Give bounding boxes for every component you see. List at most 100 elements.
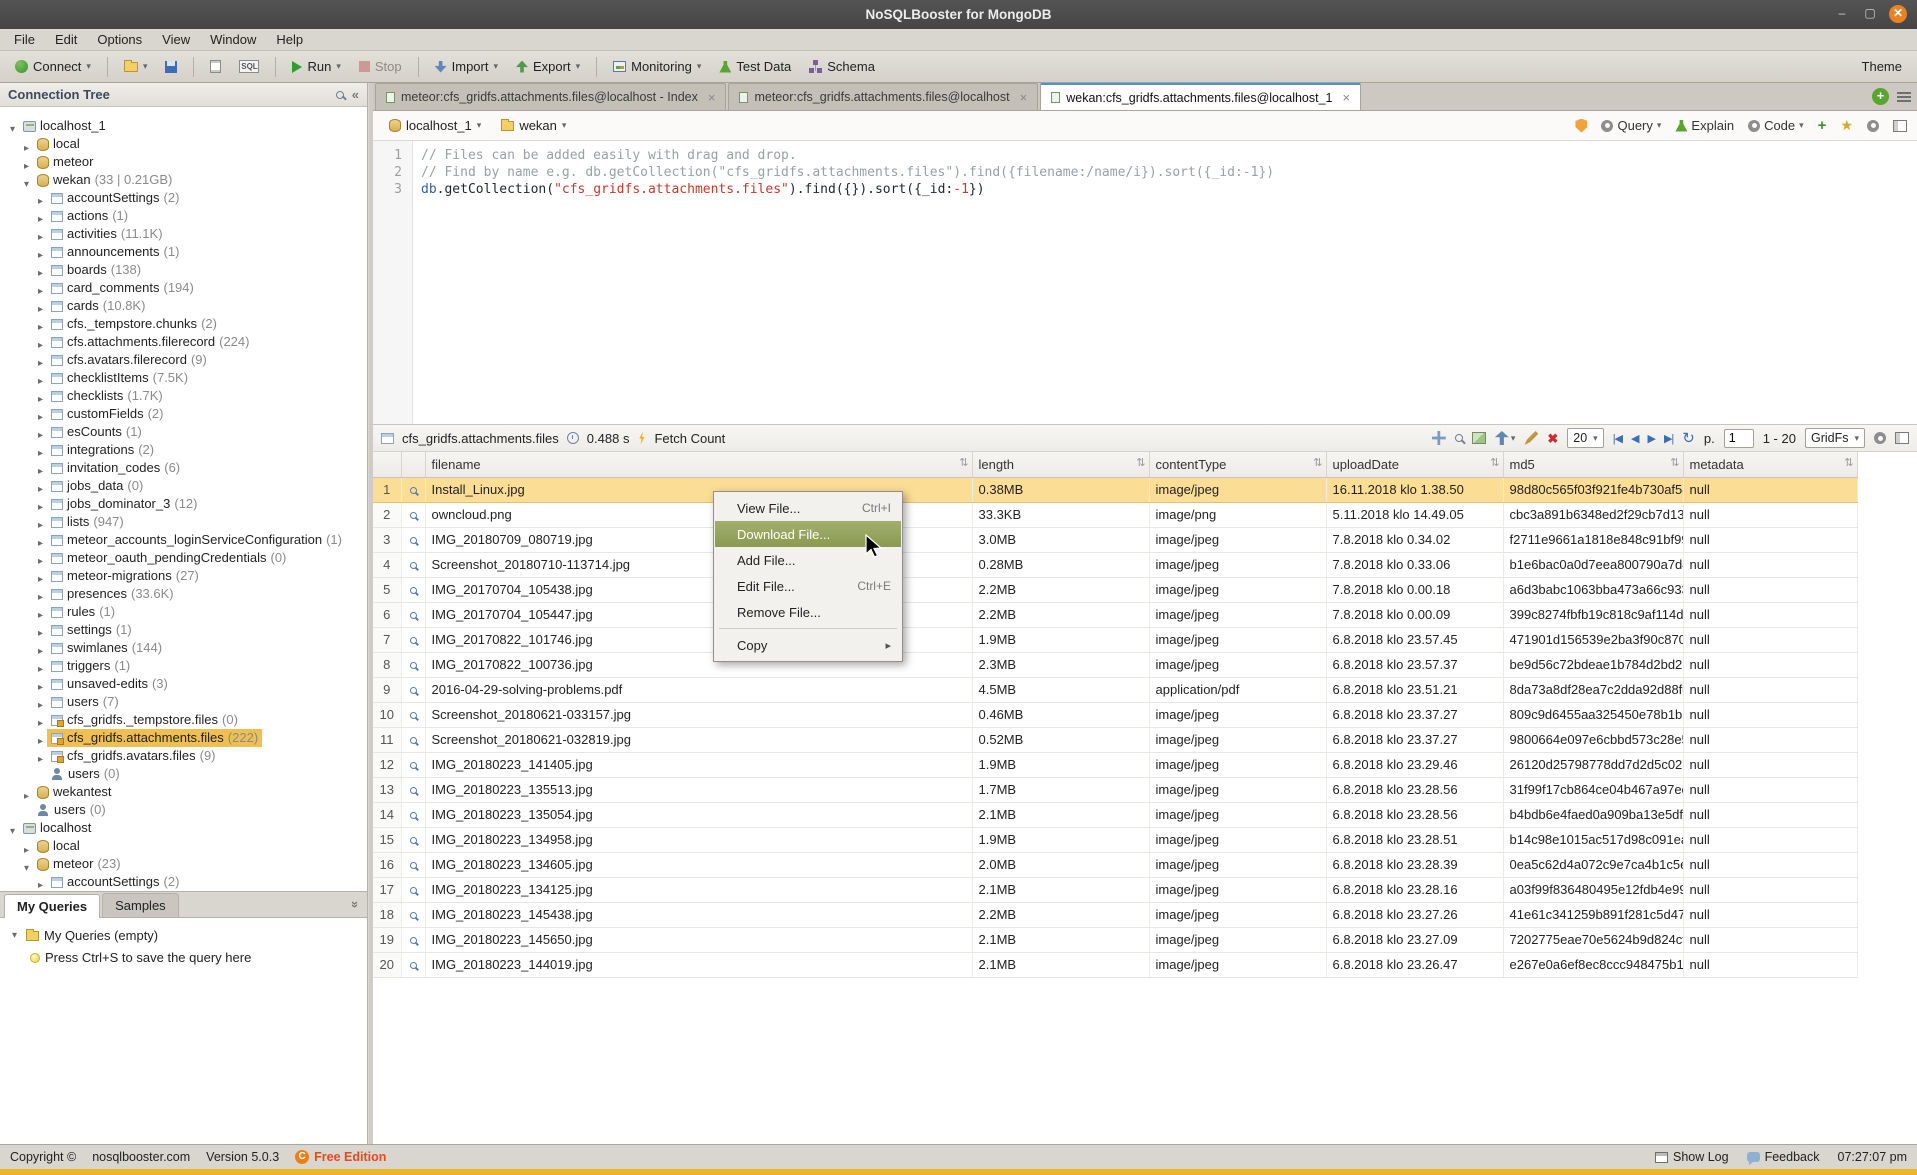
test-data-button[interactable]: Test Data xyxy=(712,56,798,77)
table-row[interactable]: 8IMG_20170822_100736.jpg2.3MBimage/jpeg6… xyxy=(373,652,1857,677)
table-row[interactable]: 5IMG_20170704_105438.jpg2.2MBimage/jpeg7… xyxy=(373,577,1857,602)
table-row[interactable]: 20IMG_20180223_144019.jpg2.1MBimage/jpeg… xyxy=(373,952,1857,977)
twisty-icon[interactable]: ▸ xyxy=(34,625,47,640)
tree-item-card-comments[interactable]: ▸card_comments(194) xyxy=(0,279,367,297)
editor-tab[interactable]: wekan:cfs_gridfs.attachments.files@local… xyxy=(1040,83,1361,110)
tree-item-checklistitems[interactable]: ▸checklistItems(7.5K) xyxy=(0,369,367,387)
tree-item-wekantest[interactable]: ▸wekantest xyxy=(0,783,367,801)
tree-item-announcements[interactable]: ▸announcements(1) xyxy=(0,243,367,261)
next-page-button[interactable]: ▶ xyxy=(1648,432,1655,445)
tree-item-customfields[interactable]: ▸customFields(2) xyxy=(0,405,367,423)
tree-item-meteor[interactable]: ▸meteor xyxy=(0,153,367,171)
table-row[interactable]: 18IMG_20180223_145438.jpg2.2MBimage/jpeg… xyxy=(373,902,1857,927)
tree-view-icon[interactable] xyxy=(1432,431,1446,445)
table-row[interactable]: 16IMG_20180223_134605.jpg2.0MBimage/jpeg… xyxy=(373,852,1857,877)
breadcrumb-database[interactable]: localhost_1 ▾ xyxy=(383,116,487,135)
query-editor[interactable]: 123 // Files can be added easily with dr… xyxy=(373,141,1917,424)
preview-icon[interactable] xyxy=(410,737,417,744)
tree-item-cfs-gridfs-avatars-files[interactable]: ▸cfs_gridfs.avatars.files(9) xyxy=(0,747,367,765)
maximize-results-icon[interactable] xyxy=(1895,432,1909,444)
sort-icon[interactable]: ⇅ xyxy=(1136,456,1145,469)
twisty-icon[interactable]: ▸ xyxy=(34,697,47,712)
tree-item-meteor[interactable]: ▾meteor(23) xyxy=(0,855,367,873)
connect-button[interactable]: Connect ▾ xyxy=(8,56,98,77)
import-button[interactable]: Import ▾ xyxy=(428,56,505,77)
preview-icon[interactable] xyxy=(410,762,417,769)
menu-options[interactable]: Options xyxy=(87,30,152,49)
page-size-select[interactable]: 20 ▾ xyxy=(1567,428,1603,448)
view-mode-select[interactable]: GridFs ▾ xyxy=(1805,428,1865,448)
twisty-icon[interactable]: ▸ xyxy=(34,463,47,478)
zoom-icon[interactable] xyxy=(1455,434,1463,442)
tree-item-local[interactable]: ▸local xyxy=(0,135,367,153)
preview-icon[interactable] xyxy=(410,912,417,919)
preview-icon[interactable] xyxy=(410,512,417,519)
sort-icon[interactable]: ⇅ xyxy=(959,456,968,469)
schema-button[interactable]: Schema xyxy=(802,56,882,77)
preview-icon[interactable] xyxy=(410,637,417,644)
editor-tab[interactable]: meteor:cfs_gridfs.attachments.files@loca… xyxy=(728,83,1038,110)
tree-item-cfs-avatars-filerecord[interactable]: ▸cfs.avatars.filerecord(9) xyxy=(0,351,367,369)
twisty-icon[interactable]: ▸ xyxy=(34,517,47,532)
table-row[interactable]: 14IMG_20180223_135054.jpg2.1MBimage/jpeg… xyxy=(373,802,1857,827)
tree-item-cfs-attachments-filerecord[interactable]: ▸cfs.attachments.filerecord(224) xyxy=(0,333,367,351)
tree-item-swimlanes[interactable]: ▸swimlanes(144) xyxy=(0,639,367,657)
twisty-icon[interactable]: ▸ xyxy=(34,661,47,676)
collapse-sidebar-icon[interactable]: « xyxy=(352,87,359,102)
save-button[interactable] xyxy=(158,58,184,76)
star-icon[interactable]: ★ xyxy=(1840,117,1853,134)
twisty-icon[interactable]: ▸ xyxy=(34,607,47,622)
table-row[interactable]: 13IMG_20180223_135513.jpg1.7MBimage/jpeg… xyxy=(373,777,1857,802)
column-header-contentType[interactable]: contentType⇅ xyxy=(1149,452,1326,477)
menu-help[interactable]: Help xyxy=(266,30,313,49)
open-file-button[interactable]: ▾ xyxy=(117,58,155,75)
tree-item-activities[interactable]: ▸activities(11.1K) xyxy=(0,225,367,243)
editor-tab[interactable]: meteor:cfs_gridfs.attachments.files@loca… xyxy=(375,83,726,110)
column-header-metadata[interactable]: metadata⇅ xyxy=(1683,452,1857,477)
fetch-count-link[interactable]: Fetch Count xyxy=(654,431,725,446)
table-row[interactable]: 17IMG_20180223_134125.jpg2.1MBimage/jpeg… xyxy=(373,877,1857,902)
context-menu-item-edit-file-[interactable]: Edit File...Ctrl+E xyxy=(715,573,901,599)
tree-item-actions[interactable]: ▸actions(1) xyxy=(0,207,367,225)
monitoring-button[interactable]: Monitoring ▾ xyxy=(606,56,708,77)
page-number-input[interactable] xyxy=(1724,429,1754,448)
table-row[interactable]: 15IMG_20180223_134958.jpg1.9MBimage/jpeg… xyxy=(373,827,1857,852)
search-icon[interactable] xyxy=(336,91,344,99)
panel-chevron-icon[interactable]: » xyxy=(348,901,363,908)
twisty-icon[interactable]: ▸ xyxy=(20,788,33,802)
tree-item-presences[interactable]: ▸presences(33.6K) xyxy=(0,585,367,603)
preview-icon[interactable] xyxy=(410,487,417,494)
preview-icon[interactable] xyxy=(410,837,417,844)
close-tab-icon[interactable]: × xyxy=(1343,90,1351,105)
prev-page-button[interactable]: ◀ xyxy=(1631,432,1638,445)
tab-my-queries[interactable]: My Queries xyxy=(4,894,100,918)
twisty-icon[interactable]: ▸ xyxy=(34,445,47,460)
menu-window[interactable]: Window xyxy=(200,30,266,49)
tree-item-triggers[interactable]: ▸triggers(1) xyxy=(0,657,367,675)
tree-item-cfs-gridfs-tempstore-files[interactable]: ▸cfs_gridfs._tempstore.files(0) xyxy=(0,711,367,729)
settings-gear-icon[interactable] xyxy=(1867,120,1879,132)
twisty-icon[interactable]: ▸ xyxy=(34,265,47,280)
context-menu-item-view-file-[interactable]: View File...Ctrl+I xyxy=(715,495,901,521)
twisty-icon[interactable]: ▸ xyxy=(34,589,47,604)
preview-icon[interactable] xyxy=(410,687,417,694)
tree-item-invitation-codes[interactable]: ▸invitation_codes(6) xyxy=(0,459,367,477)
tree-item-lists[interactable]: ▸lists(947) xyxy=(0,513,367,531)
context-menu-item-copy[interactable]: Copy▸ xyxy=(715,632,901,658)
show-log-button[interactable]: Show Log xyxy=(1655,1150,1729,1164)
table-row[interactable]: 6IMG_20170704_105447.jpg2.2MBimage/jpeg7… xyxy=(373,602,1857,627)
twisty-icon[interactable]: ▸ xyxy=(34,751,47,766)
preview-icon[interactable] xyxy=(410,862,417,869)
export-button[interactable]: Export ▾ xyxy=(509,56,587,77)
add-favorite-icon[interactable]: + xyxy=(1818,117,1827,134)
twisty-icon[interactable]: ▸ xyxy=(20,158,33,172)
preview-icon[interactable] xyxy=(410,662,417,669)
tree-item-users[interactable]: users(0) xyxy=(0,801,367,819)
edition-text[interactable]: Free Edition xyxy=(314,1150,386,1164)
preview-icon[interactable] xyxy=(410,537,417,544)
preview-icon[interactable] xyxy=(410,812,417,819)
preview-icon[interactable] xyxy=(410,712,417,719)
column-header-filename[interactable]: filename⇅ xyxy=(425,452,972,477)
tab-samples[interactable]: Samples xyxy=(102,893,179,917)
twisty-icon[interactable]: ▸ xyxy=(34,679,47,694)
